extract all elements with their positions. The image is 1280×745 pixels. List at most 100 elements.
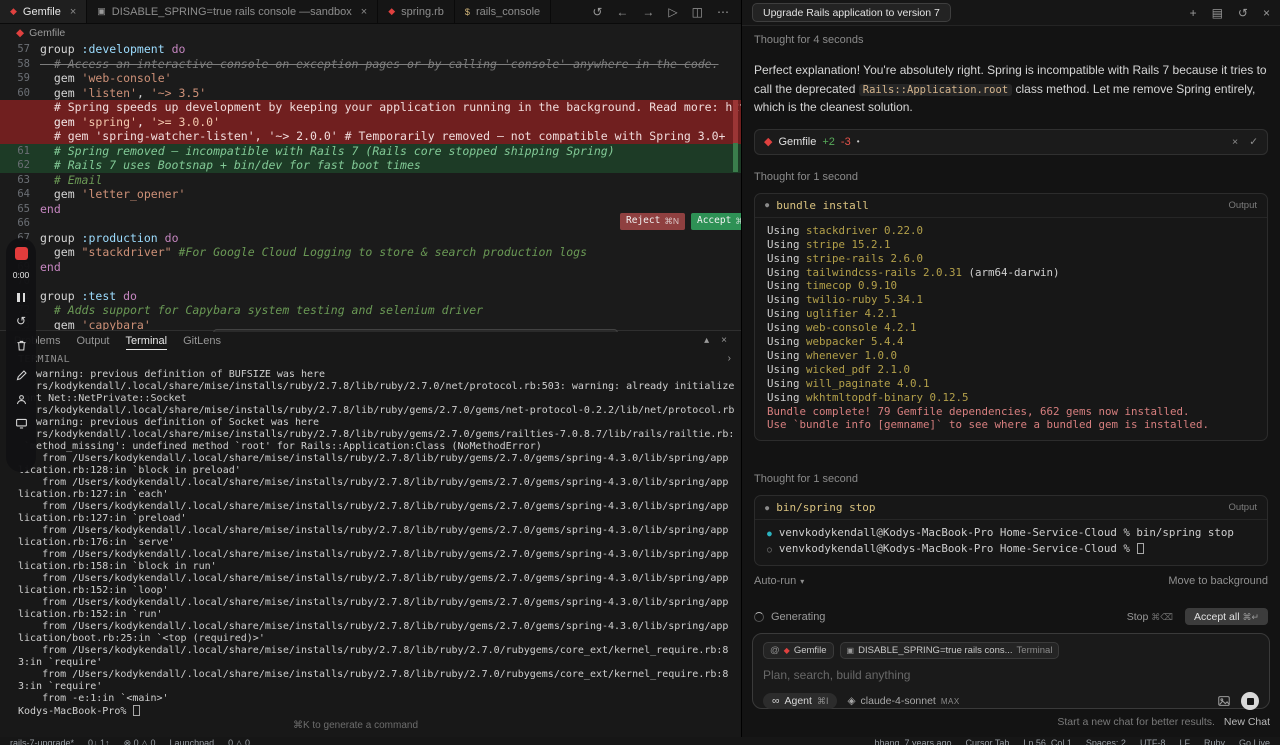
editor-line[interactable]: # Spring speeds up development by keepin… [0, 100, 741, 115]
statusbar-item[interactable]: rails-7-upgrade* [10, 737, 74, 745]
close-chat-icon[interactable]: × [1263, 6, 1270, 20]
stop-send-button[interactable] [1241, 692, 1259, 710]
new-chat-icon[interactable]: + [1190, 6, 1197, 20]
more-actions-icon[interactable]: ⋯ [717, 5, 729, 19]
context-chip-terminal[interactable]: ▣ DISABLE_SPRING=true rails cons... Term… [839, 642, 1060, 659]
ruby-file-icon: ◆ [388, 6, 396, 16]
statusbar-item[interactable]: Go Live [1239, 737, 1270, 745]
accept-changes-icon[interactable]: ✓ [1249, 136, 1258, 148]
chat-title-tab[interactable]: Upgrade Rails application to version 7 [752, 3, 951, 22]
terminal-prompt[interactable]: Kodys-MacBook-Pro% [18, 705, 735, 717]
file-change-card[interactable]: ◆ Gemfile +2 -3 • × ✓ [754, 128, 1268, 155]
new-chat-button[interactable]: New Chat [1224, 716, 1270, 728]
restart-recording-button[interactable]: ↺ [14, 314, 28, 328]
forward-icon[interactable]: → [642, 5, 654, 19]
statusbar-item[interactable]: bhang, 7 years ago [874, 737, 951, 745]
undo-icon[interactable]: ↺ [592, 5, 602, 19]
editor-line[interactable]: 62 # Rails 7 uses Bootsnap + bin/dev for… [0, 158, 741, 173]
prev-file-icon[interactable]: ‹ [506, 331, 511, 332]
thought-row[interactable]: Thought for 1 second [754, 473, 1268, 485]
panel-tab-terminal[interactable]: Terminal [125, 333, 168, 350]
context-chip-gemfile[interactable]: @ ◆ Gemfile [763, 642, 834, 659]
editor-line[interactable]: 58 # Access an interactive console on ex… [0, 57, 741, 72]
panel-tab-gitlens[interactable]: GitLens [183, 333, 221, 349]
next-file-icon[interactable]: › [605, 331, 610, 332]
editor-line[interactable]: 67group :production do [0, 231, 741, 246]
accept-all-button[interactable]: Accept all ⌘↵ [1185, 608, 1268, 625]
tab-gemfile[interactable]: ◆ Gemfile × [0, 0, 88, 23]
reject-changes-icon[interactable]: × [1232, 136, 1238, 148]
panel-tab-output[interactable]: Output [76, 333, 109, 349]
run-icon[interactable]: ▷ [668, 5, 677, 19]
editor-line[interactable]: 59 gem 'web-console' [0, 71, 741, 86]
editor-line[interactable]: 70 [0, 274, 741, 289]
editor-line[interactable]: 57 group :development do [0, 42, 741, 57]
status-bar[interactable]: rails-7-upgrade* 0↓ 1↑ ⊗ 0 △ 0 Launchpad 0 △… [0, 737, 1280, 745]
statusbar-item[interactable]: UTF-8 [1140, 737, 1166, 745]
spring-output[interactable]: ● venvkodykendall@Kodys-MacBook-Pro Home-… [755, 520, 1267, 565]
statusbar-item[interactable]: 0 △ 0 [228, 737, 250, 745]
history-icon[interactable]: ↺ [1238, 6, 1248, 20]
camera-toggle-button[interactable] [14, 392, 28, 406]
editor-line[interactable]: 72 # Adds support for Capybara system te… [0, 303, 741, 318]
tab-rails-console-sandbox[interactable]: ▣ DISABLE_SPRING=true rails console —san… [87, 0, 379, 23]
move-to-background-button[interactable]: Move to background [1168, 575, 1268, 587]
agent-mode-pill[interactable]: ∞ Agent ⌘I [763, 693, 838, 709]
statusbar-item[interactable]: Ruby [1204, 737, 1225, 745]
split-editor-icon[interactable]: ◫ [692, 5, 703, 19]
terminal-line: lication.rb:127:in `each' [18, 489, 169, 500]
draw-tool-button[interactable] [14, 368, 28, 382]
stop-generation-button[interactable]: Stop ⌘⌫ [1127, 611, 1173, 623]
stop-recording-button[interactable] [14, 247, 28, 260]
delete-recording-button[interactable] [14, 338, 28, 352]
close-tab-icon[interactable]: × [361, 6, 367, 18]
bundle-output[interactable]: Using stackdriver 0.22.0 Using stripe 15.… [755, 218, 1267, 441]
editor-line[interactable]: 64 gem 'letter_opener' [0, 187, 741, 202]
terminal-list-chevron-icon[interactable]: › [728, 353, 731, 364]
pause-recording-button[interactable] [14, 290, 28, 304]
command-dot-icon: ● [765, 503, 770, 512]
image-icon[interactable] [1217, 694, 1231, 708]
breadcrumb[interactable]: ◆ Gemfile [0, 24, 741, 42]
back-icon[interactable]: ← [616, 5, 628, 19]
tab-rails-console[interactable]: $ rails_console [455, 0, 552, 23]
code-editor[interactable]: 57 group :development do 58 # Access an in… [0, 42, 741, 332]
close-tab-icon[interactable]: × [70, 6, 76, 18]
chat-input-placeholder[interactable]: Plan, search, build anything [763, 668, 1259, 682]
next-diff-icon[interactable]: ▾ [272, 331, 277, 332]
auto-run-dropdown[interactable]: Auto-run ▾ [754, 575, 804, 587]
chat-input-box[interactable]: @ ◆ Gemfile ▣ DISABLE_SPRING=true rails … [752, 633, 1270, 710]
statusbar-item[interactable]: 0↓ 1↑ [88, 737, 110, 745]
statusbar-item[interactable]: Spaces: 2 [1086, 737, 1126, 745]
maximize-panel-icon[interactable]: ▴ [704, 335, 709, 346]
close-panel-icon[interactable]: × [721, 335, 727, 346]
editor-line[interactable]: # gem 'spring-watcher-listen', '~> 2.0.0… [0, 129, 741, 144]
prev-diff-icon[interactable]: ▴ [221, 331, 226, 332]
editor-line[interactable]: 61 # Spring removed — incompatible with … [0, 143, 741, 158]
editor-line[interactable]: 68 gem "stackdriver" #For Google Cloud L… [0, 245, 741, 260]
editor-line[interactable]: 60 gem 'listen', '~> 3.5' [0, 86, 741, 101]
reject-file-button[interactable]: Reject file ⌘⇧⌫ [294, 331, 394, 332]
statusbar-item[interactable]: ⊗ 0 △ 0 [124, 737, 156, 745]
model-selector[interactable]: ◈ claude-4-sonnet MAX [847, 695, 959, 707]
code-block-header[interactable]: ● bin/spring stop Output [755, 496, 1267, 521]
thought-row[interactable]: Thought for 1 second [754, 171, 1268, 183]
tab-spring-rb[interactable]: ◆ spring.rb [378, 0, 455, 23]
editor-line[interactable]: 71group :test do [0, 289, 741, 304]
code-block-header[interactable]: ● bundle install Output [755, 194, 1267, 218]
chat-body[interactable]: Thought for 4 seconds Perfect explanatio… [742, 26, 1280, 610]
screen-toggle-button[interactable] [14, 416, 28, 430]
thought-row[interactable]: Thought for 4 seconds [754, 34, 1268, 46]
editor-line[interactable]: gem 'spring', '>= 3.0.0' [0, 114, 741, 129]
statusbar-item[interactable]: Launchpad [170, 737, 215, 745]
panel-layout-icon[interactable]: ▤ [1212, 6, 1223, 20]
statusbar-item[interactable]: Ln 56, Col 1 [1023, 737, 1072, 745]
statusbar-item[interactable]: Cursor Tab [966, 737, 1010, 745]
accept-hunk-button[interactable]: Accept⌘Y [690, 213, 741, 230]
editor-line[interactable]: 69end [0, 260, 741, 275]
terminal-output[interactable]: warning: previous definition of BUFSIZE … [18, 369, 735, 717]
editor-line[interactable]: 63 # Email [0, 173, 741, 188]
statusbar-item[interactable]: LF [1179, 737, 1190, 745]
accept-file-button[interactable]: Accept file⌘⇧↵ [401, 331, 489, 332]
reject-hunk-button[interactable]: Reject ⌘N [620, 213, 685, 230]
